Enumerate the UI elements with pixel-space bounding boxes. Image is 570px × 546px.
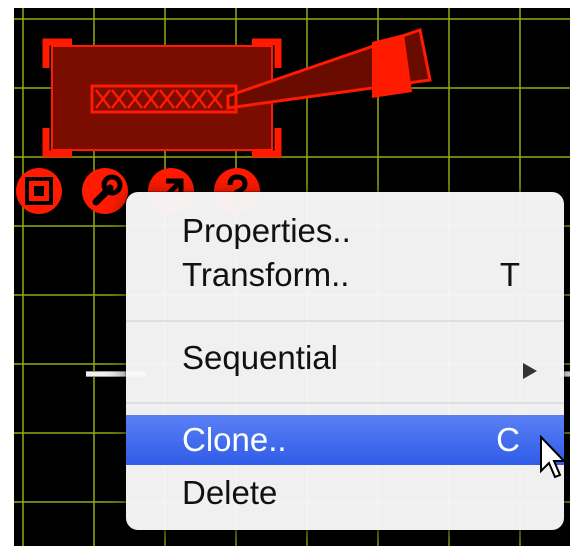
menu-shortcut: C <box>496 421 520 458</box>
menu-item-label: Transform.. <box>182 256 350 293</box>
select-icon[interactable] <box>16 168 62 214</box>
submenu-arrow-icon <box>522 350 538 388</box>
menu-shortcut: T <box>499 256 520 293</box>
menu-item-properties[interactable]: Properties.. <box>126 206 564 256</box>
menu-separator <box>126 320 564 322</box>
menu-item-label: Properties.. <box>182 212 351 249</box>
menu-item-label: Sequential <box>182 339 338 376</box>
wrench-icon[interactable] <box>82 168 128 214</box>
menu-item-transform[interactable]: Transform.. T <box>126 250 564 300</box>
menu-item-label: Delete <box>182 474 278 511</box>
menu-item-label: Clone.. <box>182 421 287 458</box>
context-menu: Properties.. Transform.. T Sequential Cl… <box>126 192 564 530</box>
menu-item-delete[interactable]: Delete <box>126 468 564 518</box>
menu-item-clone[interactable]: Clone.. C <box>126 415 564 465</box>
menu-item-sequential[interactable]: Sequential <box>126 333 564 383</box>
menu-separator <box>126 402 564 404</box>
mouse-cursor-icon <box>540 435 566 479</box>
